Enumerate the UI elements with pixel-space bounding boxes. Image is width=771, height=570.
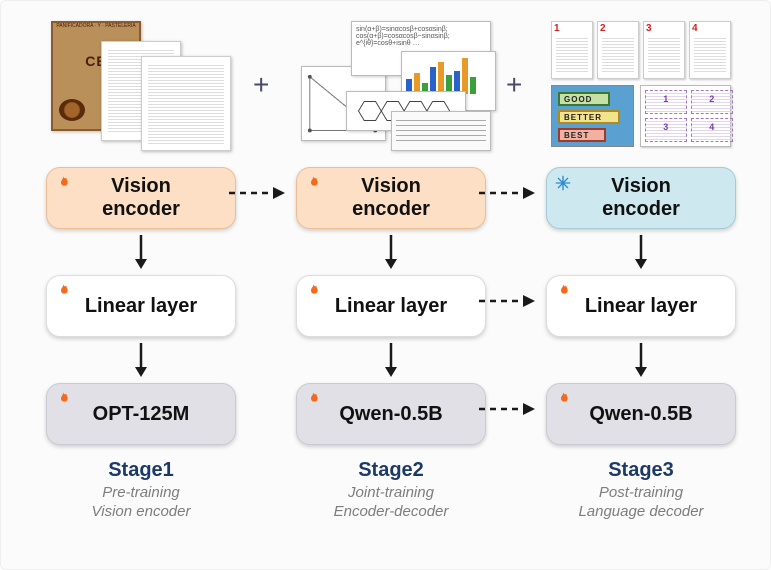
dashed-arrow-icon bbox=[229, 183, 285, 203]
dashed-arrow-icon bbox=[479, 291, 535, 311]
flame-icon bbox=[55, 390, 71, 408]
stage1-linear-layer: Linear layer bbox=[46, 275, 236, 337]
flame-icon bbox=[55, 282, 71, 300]
flame-icon bbox=[55, 174, 71, 192]
signpost-photo: GOOD BETTER BEST bbox=[551, 85, 634, 147]
decoder-label: OPT-125M bbox=[93, 403, 190, 426]
linear-label: Linear layer bbox=[335, 295, 447, 318]
layout-regions-thumb: 1 2 3 4 bbox=[640, 85, 731, 147]
dashed-arrow-icon bbox=[479, 399, 535, 419]
flame-icon bbox=[555, 390, 571, 408]
stage2-title: Stage2 bbox=[358, 459, 424, 482]
stage3-data-thumbnails: 1 2 3 4 GOOD BETTER BEST 1 2 3 4 bbox=[551, 21, 731, 151]
stage3-column: 1 2 3 4 GOOD BETTER BEST 1 2 3 4 bbox=[536, 21, 746, 522]
arrow-down-icon bbox=[632, 235, 650, 269]
stage1-caption: Pre-training Vision encoder bbox=[92, 484, 191, 522]
arrow-down-icon bbox=[132, 235, 150, 269]
encoder-label: Vision encoder bbox=[352, 175, 430, 221]
stage3-vision-encoder: Vision encoder bbox=[546, 167, 736, 229]
plus-operator-1: + bbox=[253, 69, 269, 101]
arrow-down-icon bbox=[382, 235, 400, 269]
stage1-column: PANIFICADORA · Y · PASTELERIA CE Vision … bbox=[36, 21, 246, 522]
stage1-data-thumbnails: PANIFICADORA · Y · PASTELERIA CE bbox=[51, 21, 231, 151]
dashed-arrow-icon bbox=[479, 183, 535, 203]
stage2-column: sin(α+β)=sinαcosβ+cosαsinβ; cos(α+β)=cos… bbox=[286, 21, 496, 522]
decoder-label: Qwen-0.5B bbox=[339, 403, 442, 426]
plus-operator-2: + bbox=[506, 69, 522, 101]
linear-label: Linear layer bbox=[85, 295, 197, 318]
stage1-title: Stage1 bbox=[108, 459, 174, 482]
flame-icon bbox=[305, 390, 321, 408]
stage3-title: Stage3 bbox=[608, 459, 674, 482]
encoder-label: Vision encoder bbox=[602, 175, 680, 221]
stage1-decoder: OPT-125M bbox=[46, 383, 236, 445]
linear-label: Linear layer bbox=[585, 295, 697, 318]
music-score-thumb bbox=[391, 111, 491, 151]
stage2-vision-encoder: Vision encoder bbox=[296, 167, 486, 229]
page-thumb: 3 bbox=[643, 21, 685, 79]
arrow-down-icon bbox=[382, 343, 400, 377]
page-thumb: 4 bbox=[689, 21, 731, 79]
page-thumb: 1 bbox=[551, 21, 593, 79]
flame-icon bbox=[305, 174, 321, 192]
stage3-linear-layer: Linear layer bbox=[546, 275, 736, 337]
stage2-linear-layer: Linear layer bbox=[296, 275, 486, 337]
arrow-down-icon bbox=[132, 343, 150, 377]
page-thumb: 2 bbox=[597, 21, 639, 79]
stage3-caption: Post-training Language decoder bbox=[578, 484, 703, 522]
document-thumb bbox=[141, 56, 231, 151]
decoder-label: Qwen-0.5B bbox=[589, 403, 692, 426]
flame-icon bbox=[555, 282, 571, 300]
stage2-caption: Joint-training Encoder-decoder bbox=[334, 484, 449, 522]
flame-icon bbox=[305, 282, 321, 300]
stage1-vision-encoder: Vision encoder bbox=[46, 167, 236, 229]
stage2-decoder: Qwen-0.5B bbox=[296, 383, 486, 445]
encoder-label: Vision encoder bbox=[102, 175, 180, 221]
training-pipeline-diagram: + + PANIFICADORA · Y · PASTELERIA CE Vis… bbox=[0, 0, 771, 570]
stage2-data-thumbnails: sin(α+β)=sinαcosβ+cosαsinβ; cos(α+β)=cos… bbox=[301, 21, 481, 151]
reading-order-pages: 1 2 3 4 bbox=[551, 21, 731, 79]
snowflake-icon bbox=[555, 174, 571, 192]
stage3-decoder: Qwen-0.5B bbox=[546, 383, 736, 445]
arrow-down-icon bbox=[632, 343, 650, 377]
